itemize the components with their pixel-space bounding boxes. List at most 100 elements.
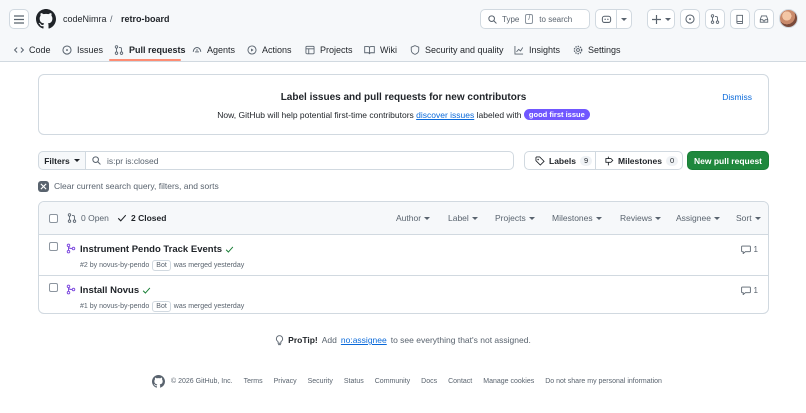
protip-after: to see everything that's not assigned.	[390, 335, 531, 345]
no-assignee-link[interactable]: no:assignee	[341, 334, 387, 346]
create-new-button[interactable]	[647, 9, 675, 29]
tab-wiki[interactable]: Wiki	[364, 38, 397, 61]
dismiss-button[interactable]: Dismiss	[722, 91, 752, 103]
tab-label: Projects	[320, 44, 353, 55]
search-input[interactable]	[107, 155, 487, 166]
footer-link-community[interactable]: Community	[375, 377, 410, 387]
footer-link-security[interactable]: Security	[308, 377, 333, 387]
bot-badge: Bot	[152, 301, 171, 312]
search-shortcut-key: /	[525, 14, 534, 24]
tab-insights[interactable]: Insights	[514, 38, 560, 61]
tab-issues[interactable]: Issues	[62, 38, 103, 61]
pr-status: was merged yesterday	[173, 261, 245, 269]
menu-button[interactable]	[9, 9, 29, 29]
footer-link-docs[interactable]: Docs	[421, 377, 437, 387]
footer-link-privacy[interactable]: Privacy	[274, 377, 297, 387]
issues-shortcut-button[interactable]	[680, 9, 700, 29]
list-item: Instrument Pendo Track Events #2 by novu…	[39, 235, 768, 275]
tab-actions[interactable]: Actions	[247, 38, 292, 61]
select-all-checkbox[interactable]	[49, 214, 58, 223]
footer-link-terms[interactable]: Terms	[244, 377, 263, 387]
author-filter[interactable]: Author	[396, 212, 431, 224]
comments-link[interactable]: 1	[740, 285, 758, 296]
tab-label: Pull requests	[129, 44, 186, 55]
hamburger-icon	[14, 14, 24, 24]
clear-filters-link[interactable]: Clear current search query, filters, and…	[38, 180, 219, 192]
pull-requests-shortcut-button[interactable]	[705, 9, 725, 29]
footer-link-do-not-share[interactable]: Do not share my personal information	[545, 377, 662, 387]
reviews-filter[interactable]: Reviews	[620, 212, 662, 224]
pr-title-link[interactable]: Install Novus	[80, 284, 151, 297]
user-avatar[interactable]	[779, 9, 798, 28]
row-checkbox[interactable]	[49, 242, 58, 251]
new-pull-request-button[interactable]: New pull request	[687, 151, 769, 170]
selected-tab-indicator	[109, 59, 181, 61]
list-header: 0 Open 2 Closed Author Label Projects Mi…	[39, 202, 768, 235]
github-mark-icon[interactable]	[152, 375, 165, 388]
divider	[595, 152, 596, 169]
projects-filter[interactable]: Projects	[495, 212, 535, 224]
milestones-count: 0	[665, 155, 679, 166]
chevron-down-icon	[655, 216, 662, 220]
pr-title-link[interactable]: Instrument Pendo Track Events	[80, 243, 234, 256]
closed-count: 2 Closed	[131, 213, 167, 223]
repositories-button[interactable]	[730, 9, 750, 29]
search-icon	[488, 14, 497, 24]
discover-issues-link[interactable]: discover issues	[416, 110, 474, 120]
git-pull-request-icon	[710, 14, 720, 24]
footer-link-status[interactable]: Status	[344, 377, 364, 387]
milestones-filter-label: Milestones	[552, 213, 593, 223]
footer-copyright: © 2026 GitHub, Inc.	[171, 377, 233, 385]
tab-label: Settings	[588, 44, 621, 55]
pr-number-author: #2 by novus-by-pendo	[80, 261, 150, 269]
copilot-button[interactable]	[595, 9, 632, 29]
row-checkbox[interactable]	[49, 283, 58, 292]
tab-projects[interactable]: Projects	[305, 38, 353, 61]
comment-icon	[740, 245, 751, 254]
comments-link[interactable]: 1	[740, 244, 758, 255]
author-filter-label: Author	[396, 213, 422, 223]
good-first-issue-label[interactable]: good first issue	[523, 109, 590, 120]
chevron-down-icon	[754, 216, 761, 220]
tab-label: Issues	[77, 44, 104, 55]
search-field	[85, 151, 514, 170]
pr-title: Install Novus	[80, 285, 140, 296]
breadcrumb-separator: /	[110, 14, 113, 24]
close-icon	[38, 180, 49, 192]
tab-pull-requests[interactable]: Pull requests	[114, 38, 186, 61]
light-bulb-icon	[276, 334, 284, 345]
milestones-button[interactable]: Milestones 0	[604, 152, 679, 169]
label-filter[interactable]: Label	[448, 212, 478, 224]
closed-filter-link[interactable]: 2 Closed	[117, 212, 166, 224]
pr-title: Instrument Pendo Track Events	[80, 244, 223, 255]
footer-link-manage-cookies[interactable]: Manage cookies	[483, 377, 534, 387]
owner-link[interactable]: codeNimra	[63, 13, 107, 25]
label-filter-label: Label	[448, 213, 469, 223]
labels-button[interactable]: Labels 9	[535, 152, 593, 169]
chevron-down-icon	[595, 216, 602, 220]
repo-link[interactable]: retro-board	[121, 13, 170, 25]
footer-link-contact[interactable]: Contact	[448, 377, 472, 387]
sort-menu[interactable]: Sort	[736, 212, 761, 224]
search-suffix: to search	[539, 14, 573, 24]
open-filter-link[interactable]: 0 Open	[67, 212, 109, 224]
tab-label: Agents	[207, 44, 236, 55]
assignee-filter-label: Assignee	[676, 213, 711, 223]
shield-icon	[410, 44, 420, 55]
filters-button[interactable]: Filters	[38, 151, 86, 170]
chevron-down-icon	[620, 17, 627, 21]
footer: © 2026 GitHub, Inc. Terms Privacy Securi…	[152, 375, 662, 388]
tab-settings[interactable]: Settings	[573, 38, 621, 61]
tab-label: Wiki	[380, 44, 397, 55]
github-logo-icon[interactable]	[36, 9, 56, 29]
tab-agents[interactable]: Agents	[192, 38, 235, 61]
code-icon	[14, 46, 24, 53]
milestones-filter[interactable]: Milestones	[552, 212, 602, 224]
notifications-button[interactable]	[754, 9, 774, 29]
assignee-filter[interactable]: Assignee	[676, 212, 720, 224]
tab-code[interactable]: Code	[14, 38, 51, 61]
chevron-down-icon	[713, 216, 720, 220]
gear-icon	[573, 45, 583, 54]
tab-security[interactable]: Security and quality	[410, 38, 504, 61]
global-search-button[interactable]: Type / to search	[480, 9, 590, 29]
